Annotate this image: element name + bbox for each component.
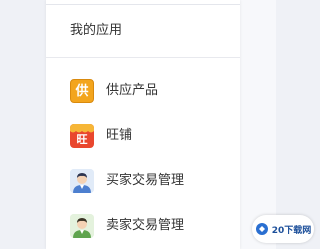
seller-avatar-icon bbox=[70, 214, 94, 238]
section-divider bbox=[46, 57, 240, 58]
shop-icon-glyph: 旺 bbox=[76, 133, 88, 146]
menu-item-label: 卖家交易管理 bbox=[106, 218, 185, 233]
watermark-logo-icon bbox=[255, 223, 268, 235]
menu-item-supply-products[interactable]: 供 供应产品 bbox=[70, 76, 240, 106]
supply-product-icon: 供 bbox=[70, 79, 94, 103]
menu-item-label: 买家交易管理 bbox=[106, 173, 185, 188]
menu-item-shop[interactable]: 旺 旺铺 bbox=[70, 121, 240, 151]
buyer-avatar-figure bbox=[70, 169, 94, 193]
menu-item-label: 供应产品 bbox=[106, 83, 159, 98]
menu-item-buyer-trade[interactable]: 买家交易管理 bbox=[70, 166, 240, 196]
site-watermark: 20下载网 bbox=[252, 215, 314, 243]
watermark-text: 20下载网 bbox=[271, 225, 312, 236]
panel-top-border bbox=[46, 4, 240, 5]
right-background bbox=[240, 0, 276, 249]
menu-item-seller-trade[interactable]: 卖家交易管理 bbox=[70, 211, 240, 241]
shop-icon: 旺 bbox=[70, 124, 94, 148]
left-background bbox=[0, 0, 46, 249]
buyer-avatar-icon bbox=[70, 169, 94, 193]
seller-avatar-figure bbox=[70, 214, 94, 238]
supply-product-icon-glyph: 供 bbox=[75, 83, 89, 99]
section-title: 我的应用 bbox=[70, 23, 123, 38]
menu-item-label: 旺铺 bbox=[106, 128, 133, 143]
app-menu-panel: 我的应用 供 供应产品 旺 旺铺 买家交易管理 卖家交易管理 bbox=[46, 0, 240, 249]
